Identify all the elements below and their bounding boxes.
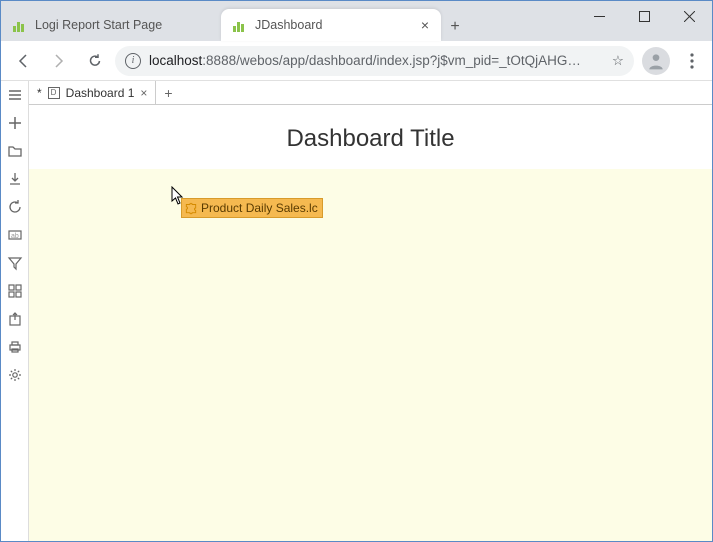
- new-document-tab-button[interactable]: +: [156, 81, 180, 104]
- arrow-right-icon: [50, 52, 68, 70]
- svg-text:ab: ab: [11, 233, 19, 240]
- list-icon: [7, 87, 23, 103]
- dragged-component[interactable]: Product Daily Sales.lc: [181, 198, 323, 218]
- minimize-icon: [594, 11, 605, 22]
- refresh-button[interactable]: [5, 197, 25, 217]
- window-controls: [577, 1, 712, 31]
- dashboard-doc-icon: [48, 87, 60, 99]
- kebab-icon: [690, 53, 694, 69]
- add-button[interactable]: [5, 113, 25, 133]
- export-button[interactable]: [5, 309, 25, 329]
- reload-icon: [86, 52, 104, 70]
- textbox-button[interactable]: ab: [5, 225, 25, 245]
- browser-tabstrip: Logi Report Start Page JDashboard × +: [1, 5, 469, 41]
- dashboard-title[interactable]: Dashboard Title: [29, 105, 712, 169]
- refresh-icon: [7, 199, 23, 215]
- open-button[interactable]: [5, 141, 25, 161]
- window-close-button[interactable]: [667, 1, 712, 31]
- list-button[interactable]: [5, 85, 25, 105]
- save-button[interactable]: [5, 169, 25, 189]
- dragged-component-label: Product Daily Sales.lc: [201, 201, 318, 215]
- maximize-icon: [639, 11, 650, 22]
- modified-indicator: *: [37, 86, 42, 100]
- browser-tab-active[interactable]: JDashboard ×: [221, 9, 441, 41]
- forward-button[interactable]: [43, 45, 75, 77]
- grid-icon: [7, 283, 23, 299]
- arrow-left-icon: [14, 52, 32, 70]
- back-button[interactable]: [7, 45, 39, 77]
- plus-icon: [7, 115, 23, 131]
- browser-menu-button[interactable]: [678, 45, 706, 77]
- folder-icon: [7, 143, 23, 159]
- filter-button[interactable]: [5, 253, 25, 273]
- browser-tab-inactive[interactable]: Logi Report Start Page: [1, 9, 221, 41]
- layout-button[interactable]: [5, 281, 25, 301]
- window-maximize-button[interactable]: [622, 1, 667, 31]
- textbox-icon: ab: [7, 227, 23, 243]
- print-icon: [7, 339, 23, 355]
- url-text: localhost:8888/webos/app/dashboard/index…: [149, 53, 581, 68]
- address-bar[interactable]: i localhost:8888/webos/app/dashboard/ind…: [115, 46, 634, 76]
- left-tool-rail: ab: [1, 81, 29, 541]
- dashboard-canvas-area: Dashboard Title Product Daily Sales.lc: [29, 105, 712, 541]
- print-button[interactable]: [5, 337, 25, 357]
- window-minimize-button[interactable]: [577, 1, 622, 31]
- browser-toolbar: i localhost:8888/webos/app/dashboard/ind…: [1, 41, 712, 81]
- new-tab-button[interactable]: +: [441, 13, 469, 41]
- favicon-bars-icon: [233, 18, 247, 32]
- bookmark-star-icon[interactable]: ☆: [612, 53, 624, 69]
- favicon-bars-icon: [13, 18, 27, 32]
- browser-tab-title: Logi Report Start Page: [35, 18, 162, 32]
- document-tabstrip: * Dashboard 1 × +: [29, 81, 712, 105]
- close-icon: [684, 11, 695, 22]
- browser-tab-title: JDashboard: [255, 18, 322, 32]
- window-titlebar: Logi Report Start Page JDashboard × +: [1, 1, 712, 41]
- profile-avatar[interactable]: [642, 47, 670, 75]
- tab-close-icon[interactable]: ×: [421, 17, 429, 33]
- app-area: ab * Dashboard 1 × + Dashboard Title: [1, 81, 712, 541]
- site-info-icon[interactable]: i: [125, 53, 141, 69]
- document-tab-close-icon[interactable]: ×: [140, 86, 147, 100]
- download-icon: [7, 171, 23, 187]
- settings-button[interactable]: [5, 365, 25, 385]
- gear-icon: [7, 367, 23, 383]
- document-tab[interactable]: * Dashboard 1 ×: [29, 81, 156, 104]
- component-puzzle-icon: [183, 200, 199, 216]
- export-icon: [7, 311, 23, 327]
- reload-button[interactable]: [79, 45, 111, 77]
- document-tab-label: Dashboard 1: [66, 86, 135, 100]
- funnel-icon: [7, 255, 23, 271]
- dashboard-drop-zone[interactable]: Product Daily Sales.lc: [29, 169, 712, 541]
- person-icon: [646, 51, 666, 71]
- main-panel: * Dashboard 1 × + Dashboard Title Produc…: [29, 81, 712, 541]
